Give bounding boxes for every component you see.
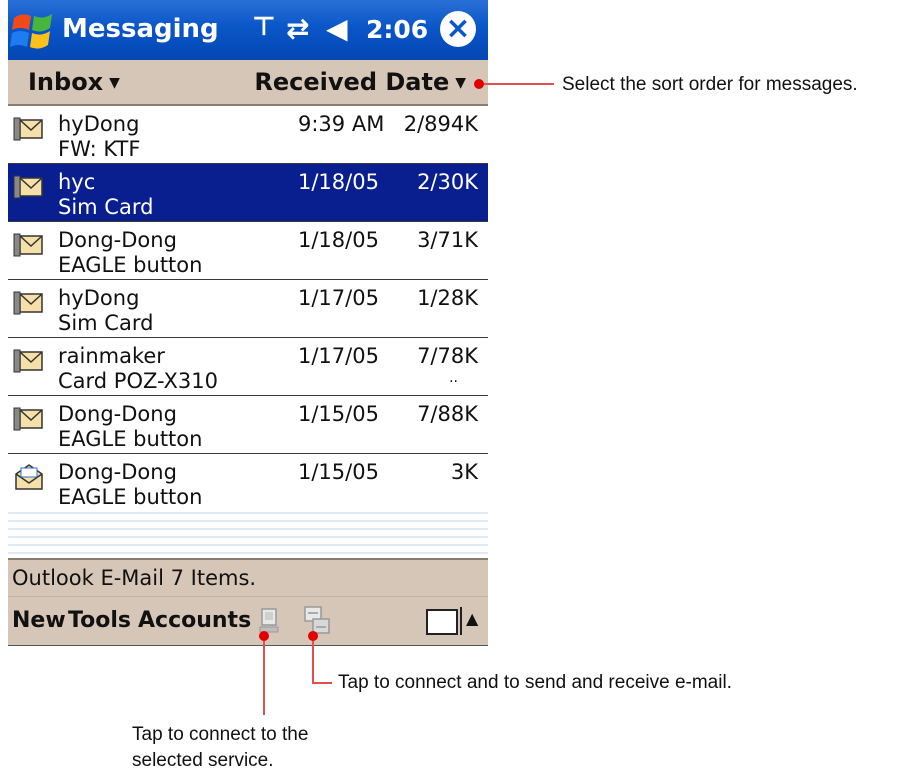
message-size: 3K <box>450 460 478 484</box>
reply-envelope-icon <box>13 175 43 199</box>
callout-dot-send-receive <box>308 631 318 641</box>
message-subject: FW: KTF <box>58 137 141 161</box>
sort-label: Received Date <box>254 68 450 96</box>
message-size: 2/30K <box>417 170 478 194</box>
message-date: 1/17/05 <box>298 344 379 368</box>
app-title: Messaging <box>62 14 219 44</box>
pocket-pc-screen: Messaging ⊤ ⇄ ◀ 2:06 × Inbox ▼ Received D… <box>8 0 488 646</box>
callout-connect: Tap to connect to the selected service. <box>132 724 309 771</box>
callout-sort: Select the sort order for messages. <box>562 74 858 95</box>
message-size: 7/88K <box>417 402 478 426</box>
input-panel-arrow-icon[interactable]: ▲ <box>466 609 478 628</box>
clock[interactable]: 2:06 <box>366 15 428 44</box>
open-envelope-icon <box>15 464 43 490</box>
status-text: Outlook E-Mail 7 Items. <box>12 566 257 590</box>
callout-line-sort <box>484 83 554 85</box>
sync-icon[interactable]: ⇄ <box>286 12 309 45</box>
message-size: 3/71K <box>417 228 478 252</box>
new-menu[interactable]: New <box>12 608 66 633</box>
message-row[interactable]: rainmaker Card POZ-X310 1/17/05 7/78K .. <box>8 338 488 396</box>
message-sender: Dong-Dong <box>58 228 177 252</box>
message-size: 2/894K <box>403 112 478 136</box>
callout-line-send-receive-v <box>312 641 314 683</box>
callout-line-send-receive-h <box>312 682 332 684</box>
folder-label: Inbox <box>28 68 104 96</box>
close-icon[interactable]: × <box>440 11 476 47</box>
callout-line-connect <box>263 641 265 715</box>
list-header: Inbox ▼ Received Date ▼ <box>8 60 488 106</box>
callout-dot-connect <box>259 631 269 641</box>
folder-dropdown[interactable]: Inbox ▼ <box>28 68 120 96</box>
keyboard-icon[interactable] <box>426 609 458 635</box>
message-row[interactable]: Dong-Dong EAGLE button 1/15/05 3K <box>8 454 488 511</box>
message-date: 1/18/05 <box>298 228 379 252</box>
callout-dot-sort <box>474 79 484 89</box>
message-row[interactable]: hyDong FW: KTF 9:39 AM 2/894K <box>8 106 488 164</box>
message-sender: hyc <box>58 170 96 194</box>
message-subject: Card POZ-X310 <box>58 369 219 393</box>
message-date: 1/15/05 <box>298 402 379 426</box>
message-date: 1/18/05 <box>298 170 379 194</box>
reply-envelope-icon <box>13 349 43 373</box>
input-separator <box>460 607 462 635</box>
chevron-down-icon: ▼ <box>109 75 120 91</box>
message-list[interactable]: hyDong FW: KTF 9:39 AM 2/894K hyc Sim Ca… <box>8 106 488 558</box>
message-size: 1/28K <box>417 286 478 310</box>
reply-envelope-icon <box>13 117 43 141</box>
message-subject: EAGLE button <box>58 485 203 509</box>
callout-send-receive: Tap to connect and to send and receive e… <box>338 672 732 693</box>
message-row[interactable]: hyDong Sim Card 1/17/05 1/28K <box>8 280 488 338</box>
sort-dropdown[interactable]: Received Date ▼ <box>254 68 466 96</box>
message-sender: Dong-Dong <box>58 402 177 426</box>
message-row[interactable]: Dong-Dong EAGLE button 1/15/05 7/88K <box>8 396 488 454</box>
message-row-selected[interactable]: hyc Sim Card 1/18/05 2/30K <box>8 164 488 222</box>
message-sender: hyDong <box>58 112 140 136</box>
message-size: 7/78K <box>417 344 478 368</box>
title-bar: Messaging ⊤ ⇄ ◀ 2:06 × <box>8 0 488 60</box>
reply-envelope-icon <box>13 291 43 315</box>
message-sender: rainmaker <box>58 344 165 368</box>
reply-envelope-icon <box>13 407 43 431</box>
message-subject: Sim Card <box>58 311 154 335</box>
message-date: 1/17/05 <box>298 286 379 310</box>
message-date: 1/15/05 <box>298 460 379 484</box>
message-sender: hyDong <box>58 286 140 310</box>
chevron-down-icon: ▼ <box>455 75 466 91</box>
more-indicator: .. <box>449 370 458 386</box>
message-date: 9:39 AM <box>298 112 385 136</box>
message-row[interactable]: Dong-Dong EAGLE button 1/18/05 3/71K <box>8 222 488 280</box>
volume-icon[interactable]: ◀ <box>326 12 348 45</box>
message-subject: EAGLE button <box>58 427 203 451</box>
accounts-menu[interactable]: Accounts <box>138 608 251 633</box>
start-menu-icon[interactable] <box>10 8 56 54</box>
message-subject: Sim Card <box>58 195 154 219</box>
antenna-icon[interactable]: ⊤ <box>252 12 276 42</box>
tools-menu[interactable]: Tools <box>68 608 131 633</box>
message-subject: EAGLE button <box>58 253 203 277</box>
reply-envelope-icon <box>13 233 43 257</box>
status-bar: Outlook E-Mail 7 Items. <box>8 558 488 596</box>
menu-bar: New Tools Accounts ▲ <box>8 596 488 646</box>
message-sender: Dong-Dong <box>58 460 177 484</box>
